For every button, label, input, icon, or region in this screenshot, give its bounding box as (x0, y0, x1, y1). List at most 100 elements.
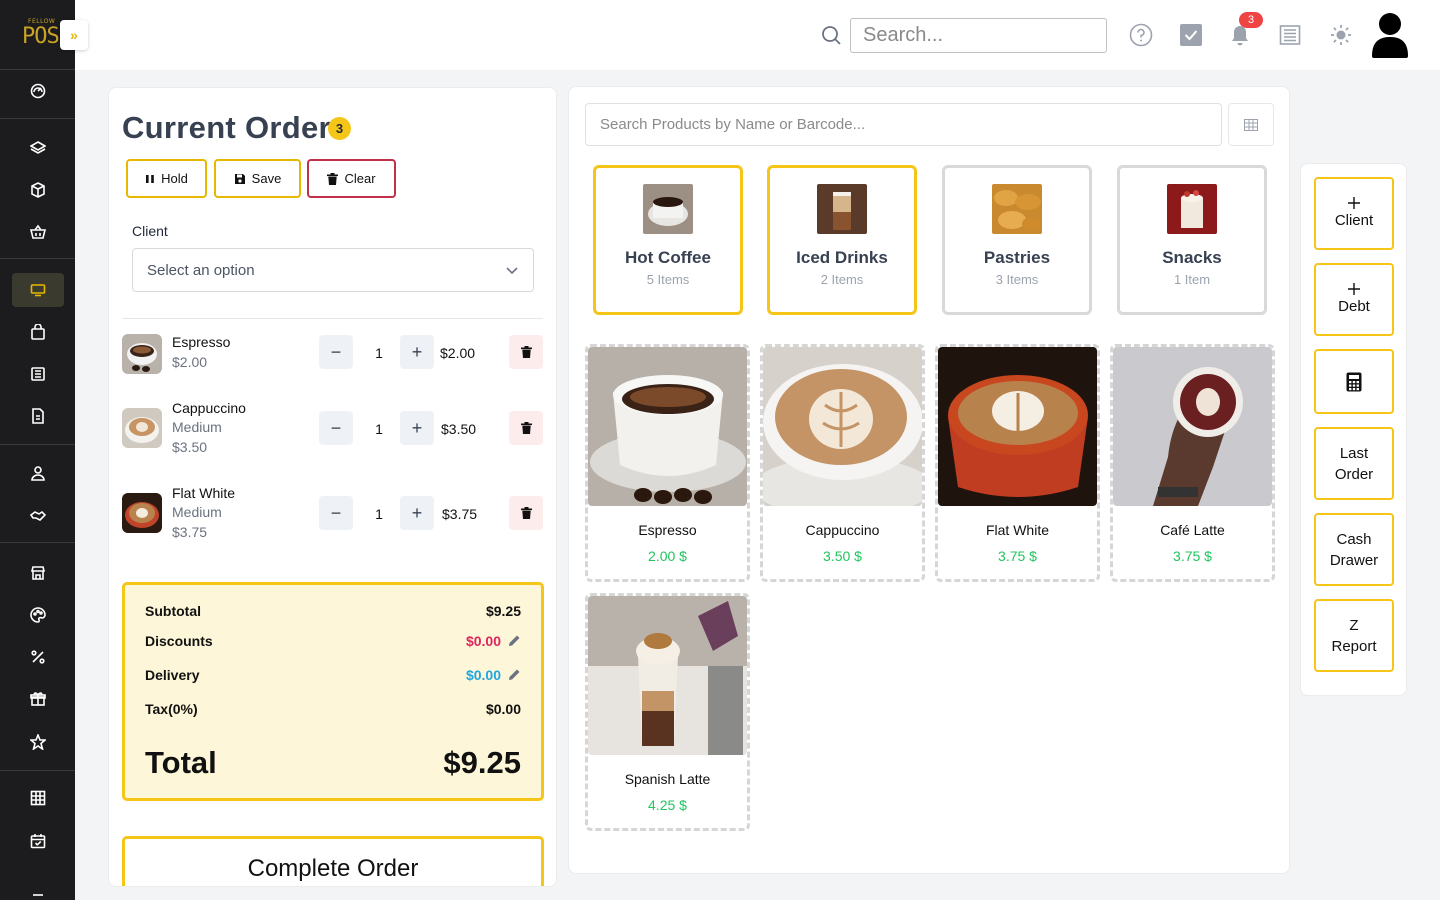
product-card-cappuccino[interactable]: Cappuccino 3.50 $ (760, 344, 925, 582)
delivery-value: $0.00 (465, 667, 501, 683)
chevron-down-icon (506, 267, 518, 275)
sun-theme-icon[interactable] (1328, 22, 1354, 48)
espresso-thumbnail (122, 334, 162, 374)
category-iced-drinks[interactable]: Iced Drinks 2 Items (767, 165, 917, 315)
product-card-espresso[interactable]: Espresso 2.00 $ (585, 344, 750, 582)
current-order-panel: Current Order 3 Hold Save Clear Client S… (108, 87, 557, 887)
client-select[interactable]: Select an option (132, 248, 534, 292)
client-select-value: Select an option (147, 261, 255, 279)
category-name: Pastries (983, 248, 1051, 267)
help-icon[interactable] (1128, 22, 1154, 48)
espresso-product-image (588, 347, 747, 506)
table-grid-icon[interactable] (12, 781, 64, 815)
order-line-item: Flat White Medium $3.75 − 1 + $3.75 (122, 485, 547, 545)
product-name: Cappuccino (805, 522, 880, 538)
quick-actions-panel: Client Debt Last Order Cash Drawer Z Rep… (1300, 163, 1407, 696)
product-price: 3.75 $ (1173, 548, 1212, 564)
grid-icon (1244, 118, 1258, 131)
increase-qty-button[interactable]: + (400, 335, 434, 369)
hold-label: Hold (161, 171, 188, 186)
cash-drawer-label-line1: Cash (1336, 530, 1372, 548)
last-order-button[interactable]: Last Order (1314, 427, 1394, 500)
cash-drawer-button[interactable]: Cash Drawer (1314, 513, 1394, 586)
newspaper-icon[interactable] (1277, 22, 1303, 48)
pause-icon (146, 174, 154, 183)
product-search-input[interactable] (585, 103, 1222, 146)
product-card-flat-white[interactable]: Flat White 3.75 $ (935, 344, 1100, 582)
box-icon[interactable] (12, 173, 64, 207)
more-icon[interactable] (12, 878, 64, 900)
calculator-button[interactable] (1314, 349, 1394, 414)
increase-qty-button[interactable]: + (400, 496, 434, 530)
tax-label: Tax(0%) (145, 701, 198, 717)
basket-icon[interactable] (12, 215, 64, 249)
decrease-qty-button[interactable]: − (319, 335, 353, 369)
product-name: Espresso (638, 522, 697, 538)
total-label: Total (145, 745, 217, 780)
category-pastries[interactable]: Pastries 3 Items (942, 165, 1092, 315)
subtotal-label: Subtotal (145, 603, 201, 619)
category-count: 5 Items (646, 272, 690, 287)
star-icon[interactable] (12, 725, 64, 759)
remove-item-button[interactable] (509, 335, 543, 369)
product-card-cafe-latte[interactable]: Café Latte 3.75 $ (1110, 344, 1275, 582)
item-quantity: 1 (375, 345, 383, 361)
last-order-label-line1: Last (1339, 444, 1369, 462)
document-icon[interactable] (12, 399, 64, 433)
cash-drawer-label-line2: Drawer (1329, 551, 1379, 569)
remove-item-button[interactable] (509, 496, 543, 530)
hold-button[interactable]: Hold (126, 159, 207, 198)
delivery-row: Delivery $0.00 (145, 667, 521, 683)
calendar-check-icon[interactable] (12, 824, 64, 858)
add-client-button[interactable]: Client (1314, 177, 1394, 250)
top-bar: 3 (75, 0, 1440, 70)
search-icon (822, 26, 841, 45)
user-avatar-icon[interactable] (1371, 12, 1409, 58)
clear-button[interactable]: Clear (307, 159, 396, 198)
notification-badge: 3 (1239, 12, 1263, 28)
palette-icon[interactable] (12, 598, 64, 632)
store-icon[interactable] (12, 556, 64, 590)
last-order-label-line2: Order (1334, 465, 1374, 483)
add-debt-button[interactable]: Debt (1314, 263, 1394, 336)
grid-view-button[interactable] (1228, 103, 1274, 146)
item-line-total: $3.50 (441, 421, 477, 437)
increase-qty-button[interactable]: + (400, 411, 434, 445)
product-price: 3.50 $ (823, 548, 862, 564)
global-search-input[interactable] (850, 18, 1107, 53)
save-button[interactable]: Save (214, 159, 301, 198)
category-hot-coffee[interactable]: Hot Coffee 5 Items (593, 165, 743, 315)
client-label: Client (132, 223, 168, 239)
shopping-bag-icon[interactable] (12, 315, 64, 349)
user-icon[interactable] (12, 456, 64, 490)
order-title: Current Order (122, 110, 331, 145)
app-logo[interactable]: FELLOW POS (18, 18, 62, 52)
product-price: 3.75 $ (998, 548, 1037, 564)
remove-item-button[interactable] (509, 411, 543, 445)
dashboard-icon[interactable] (12, 74, 64, 108)
item-line-total: $2.00 (440, 345, 476, 361)
z-report-button[interactable]: Z Report (1314, 599, 1394, 672)
delivery-label: Delivery (145, 667, 200, 683)
receipt-list-icon[interactable] (12, 357, 64, 391)
task-check-icon[interactable] (1178, 22, 1204, 48)
subtotal-row: Subtotal $9.25 (145, 603, 521, 619)
decrease-qty-button[interactable]: − (319, 411, 353, 445)
complete-order-button[interactable]: Complete Order (122, 836, 544, 886)
edit-delivery-pencil-icon[interactable] (508, 668, 521, 681)
products-panel: Hot Coffee 5 Items Iced Drinks 2 Items P… (568, 86, 1290, 874)
layers-icon[interactable] (12, 131, 64, 165)
gift-icon[interactable] (12, 682, 64, 716)
category-snacks[interactable]: Snacks 1 Item (1117, 165, 1267, 315)
decrease-qty-button[interactable]: − (319, 496, 353, 530)
pos-terminal-icon[interactable] (12, 273, 64, 307)
hot-coffee-image (643, 184, 693, 234)
tax-value: $0.00 (485, 701, 521, 717)
handshake-icon[interactable] (12, 499, 64, 533)
percent-icon[interactable] (12, 640, 64, 674)
product-card-spanish-latte[interactable]: Spanish Latte 4.25 $ (585, 593, 750, 831)
sidebar-expand-button[interactable]: » (60, 20, 88, 50)
edit-discount-pencil-icon[interactable] (508, 634, 521, 647)
trash-icon (520, 507, 532, 519)
item-unit-price: $2.00 (172, 354, 208, 370)
